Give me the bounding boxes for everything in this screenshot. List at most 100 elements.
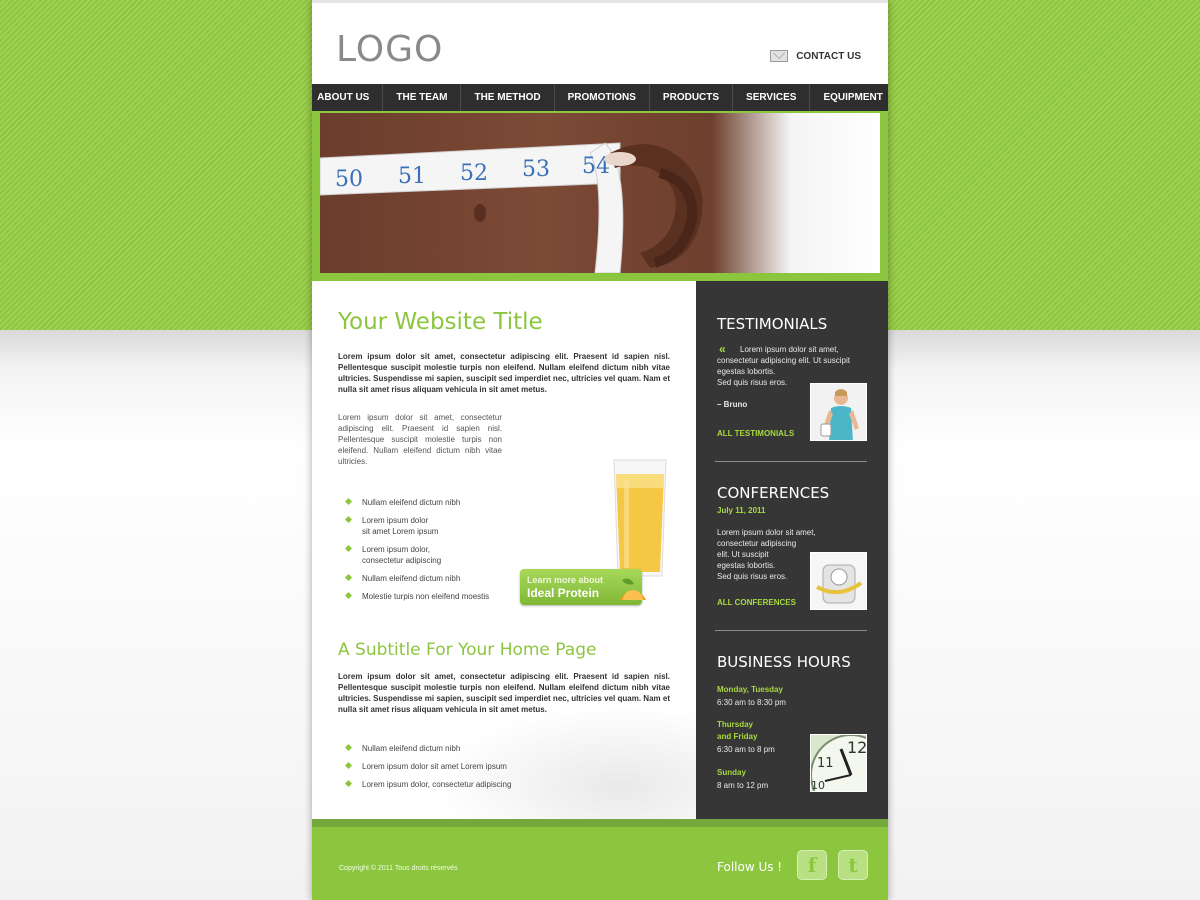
juice-glass-image bbox=[613, 459, 667, 577]
secondary-paragraph: Lorem ipsum dolor sit amet, consectetur … bbox=[338, 413, 502, 466]
hours-time: 6:30 am to 8:30 pm bbox=[717, 698, 786, 707]
list-item-text: Nullam eleifend dictum nibh bbox=[362, 498, 461, 507]
bullet-diamond-icon bbox=[344, 544, 353, 553]
promo-small-label: Learn more about bbox=[527, 575, 604, 585]
list-item-text: Molestie turpis non eleifend moestis bbox=[362, 592, 490, 601]
svg-text:11: 11 bbox=[817, 756, 834, 771]
testimonial-author: – Bruno bbox=[717, 400, 748, 409]
site-footer: Copyright © 2011 Tous droits réservés Fo… bbox=[312, 827, 888, 900]
nav-item-services[interactable]: SERVICES bbox=[732, 84, 809, 111]
subtitle-paragraph: Lorem ipsum dolor sit amet, consectetur … bbox=[338, 672, 670, 714]
testimonial-text: egestas lobortis. bbox=[717, 367, 776, 376]
list-item-text: Nullam eleifend dictum nibh bbox=[362, 744, 461, 753]
conference-date: July 11, 2011 bbox=[717, 506, 766, 515]
nav-item-about-us[interactable]: ABOUT US bbox=[304, 84, 382, 111]
intro-paragraph: Lorem ipsum dolor sit amet, consectetur … bbox=[338, 352, 670, 394]
bullet-diamond-icon bbox=[344, 779, 353, 788]
list-item-text: consectetur adipiscing bbox=[362, 556, 442, 565]
list-item: Lorem ipsum dolor sit amet Lorem ipsum bbox=[344, 515, 489, 537]
conference-photo bbox=[810, 552, 867, 610]
footer-divider bbox=[312, 819, 888, 827]
sidebar: TESTIMONIALS « Lorem ipsum dolor sit ame… bbox=[696, 281, 888, 819]
list-item-text: sit amet Lorem ipsum bbox=[362, 527, 439, 536]
list-item: Lorem ipsum dolor, consectetur adipiscin… bbox=[344, 779, 512, 790]
contact-us-label: CONTACT US bbox=[796, 50, 861, 62]
list-item-text: Lorem ipsum dolor sit amet Lorem ipsum bbox=[362, 762, 507, 771]
quote-icon: « bbox=[719, 342, 726, 356]
list-item-text: Lorem ipsum dolor, consectetur adipiscin… bbox=[362, 780, 512, 789]
list-item: Nullam eleifend dictum nibh bbox=[344, 497, 489, 508]
hours-day: Monday, Tuesday bbox=[717, 685, 783, 694]
secondary-list: Nullam eleifend dictum nibh Lorem ipsum … bbox=[344, 743, 512, 790]
page-title: Your Website Title bbox=[338, 309, 543, 335]
promo-big-label: Ideal Protein bbox=[527, 586, 600, 600]
bullet-diamond-icon bbox=[344, 743, 353, 752]
tape-number: 51 bbox=[398, 164, 426, 189]
contact-us-link[interactable]: CONTACT US bbox=[770, 50, 861, 62]
testimonial-text: Lorem ipsum dolor sit amet, bbox=[740, 345, 839, 354]
woman-illustration bbox=[811, 384, 866, 440]
main-content: Your Website Title Lorem ipsum dolor sit… bbox=[312, 281, 696, 819]
list-item: Molestie turpis non eleifend moestis bbox=[344, 591, 490, 602]
hours-day: and Friday bbox=[717, 732, 758, 741]
conferences-heading: CONFERENCES bbox=[717, 484, 830, 502]
hours-day: Thursday bbox=[717, 720, 754, 729]
divider bbox=[715, 461, 867, 462]
nav-item-equipment[interactable]: EQUIPMENT bbox=[809, 84, 895, 111]
conference-text: consectetur adipiscing bbox=[717, 539, 797, 548]
follow-us-label: Follow Us ! bbox=[717, 860, 783, 874]
nav-item-promotions[interactable]: PROMOTIONS bbox=[553, 84, 649, 111]
list-item: Lorem ipsum dolor sit amet Lorem ipsum bbox=[344, 761, 511, 772]
bullet-diamond-icon bbox=[344, 515, 353, 524]
logo[interactable]: LOGO bbox=[336, 29, 443, 70]
list-item: Nullam eleifend dictum nibh bbox=[344, 573, 489, 584]
bullet-diamond-icon bbox=[344, 497, 353, 506]
nav-item-the-team[interactable]: THE TEAM bbox=[382, 84, 460, 111]
tape-number: 50 bbox=[335, 167, 363, 192]
conference-text: egestas lobortis. bbox=[717, 561, 776, 570]
twitter-icon[interactable]: t bbox=[838, 850, 868, 880]
home-subtitle: A Subtitle For Your Home Page bbox=[338, 640, 597, 660]
scale-illustration bbox=[811, 553, 866, 609]
svg-text:12: 12 bbox=[847, 738, 867, 757]
bullet-diamond-icon bbox=[344, 573, 353, 582]
hours-day: Sunday bbox=[717, 768, 746, 777]
bullet-diamond-icon bbox=[344, 591, 353, 600]
testimonials-heading: TESTIMONIALS bbox=[717, 315, 828, 333]
list-item-text: Lorem ipsum dolor, bbox=[362, 545, 431, 554]
conference-text: elit. Ut suscipit bbox=[717, 550, 769, 559]
hero-frame: 50 51 52 53 54 bbox=[312, 111, 888, 281]
hero-illustration: 50 51 52 53 54 bbox=[320, 142, 703, 273]
copyright-text: Copyright © 2011 Tous droits réservés bbox=[339, 865, 458, 872]
list-item: Nullam eleifend dictum nibh bbox=[344, 743, 511, 754]
orange-slice-image bbox=[620, 578, 646, 600]
testimonial-text: consectetur adipiscing elit. Ut suscipit bbox=[717, 356, 850, 365]
clock-illustration: 12 11 10 bbox=[811, 735, 867, 792]
hero-image: 50 51 52 53 54 bbox=[320, 113, 880, 273]
business-hours-heading: BUSINESS HOURS bbox=[717, 653, 851, 671]
svg-text:10: 10 bbox=[811, 779, 825, 792]
nav-item-products[interactable]: PRODUCTS bbox=[648, 84, 732, 111]
testimonial-photo bbox=[810, 383, 867, 441]
conference-text: Sed quis risus eros. bbox=[717, 572, 788, 581]
all-testimonials-link[interactable]: ALL TESTIMONIALS bbox=[717, 429, 794, 438]
nav-item-the-method[interactable]: THE METHOD bbox=[460, 84, 553, 111]
mail-icon bbox=[770, 50, 789, 62]
testimonial-text: Sed quis risus eros. bbox=[717, 378, 788, 387]
all-conferences-link[interactable]: ALL CONFERENCES bbox=[717, 598, 796, 607]
divider bbox=[715, 630, 867, 631]
site-header: LOGO CONTACT US bbox=[312, 0, 888, 84]
list-item: Lorem ipsum dolor, consectetur adipiscing bbox=[344, 544, 489, 566]
list-item-text: Nullam eleifend dictum nibh bbox=[362, 574, 461, 583]
tape-number: 52 bbox=[460, 161, 488, 186]
feature-list: Nullam eleifend dictum nibh Lorem ipsum … bbox=[344, 497, 490, 602]
list-item-text: Lorem ipsum dolor bbox=[362, 516, 429, 525]
hours-time: 6:30 am to 8 pm bbox=[717, 745, 775, 754]
tape-number: 53 bbox=[522, 157, 550, 182]
main-nav: ABOUT US THE TEAM THE METHOD PROMOTIONS … bbox=[312, 84, 888, 111]
clock-photo: 12 11 10 bbox=[810, 734, 867, 792]
hours-time: 8 am to 12 pm bbox=[717, 781, 769, 790]
facebook-icon[interactable]: f bbox=[797, 850, 827, 880]
page-container: LOGO CONTACT US ABOUT US THE TEAM THE ME… bbox=[312, 0, 888, 900]
bullet-diamond-icon bbox=[344, 761, 353, 770]
